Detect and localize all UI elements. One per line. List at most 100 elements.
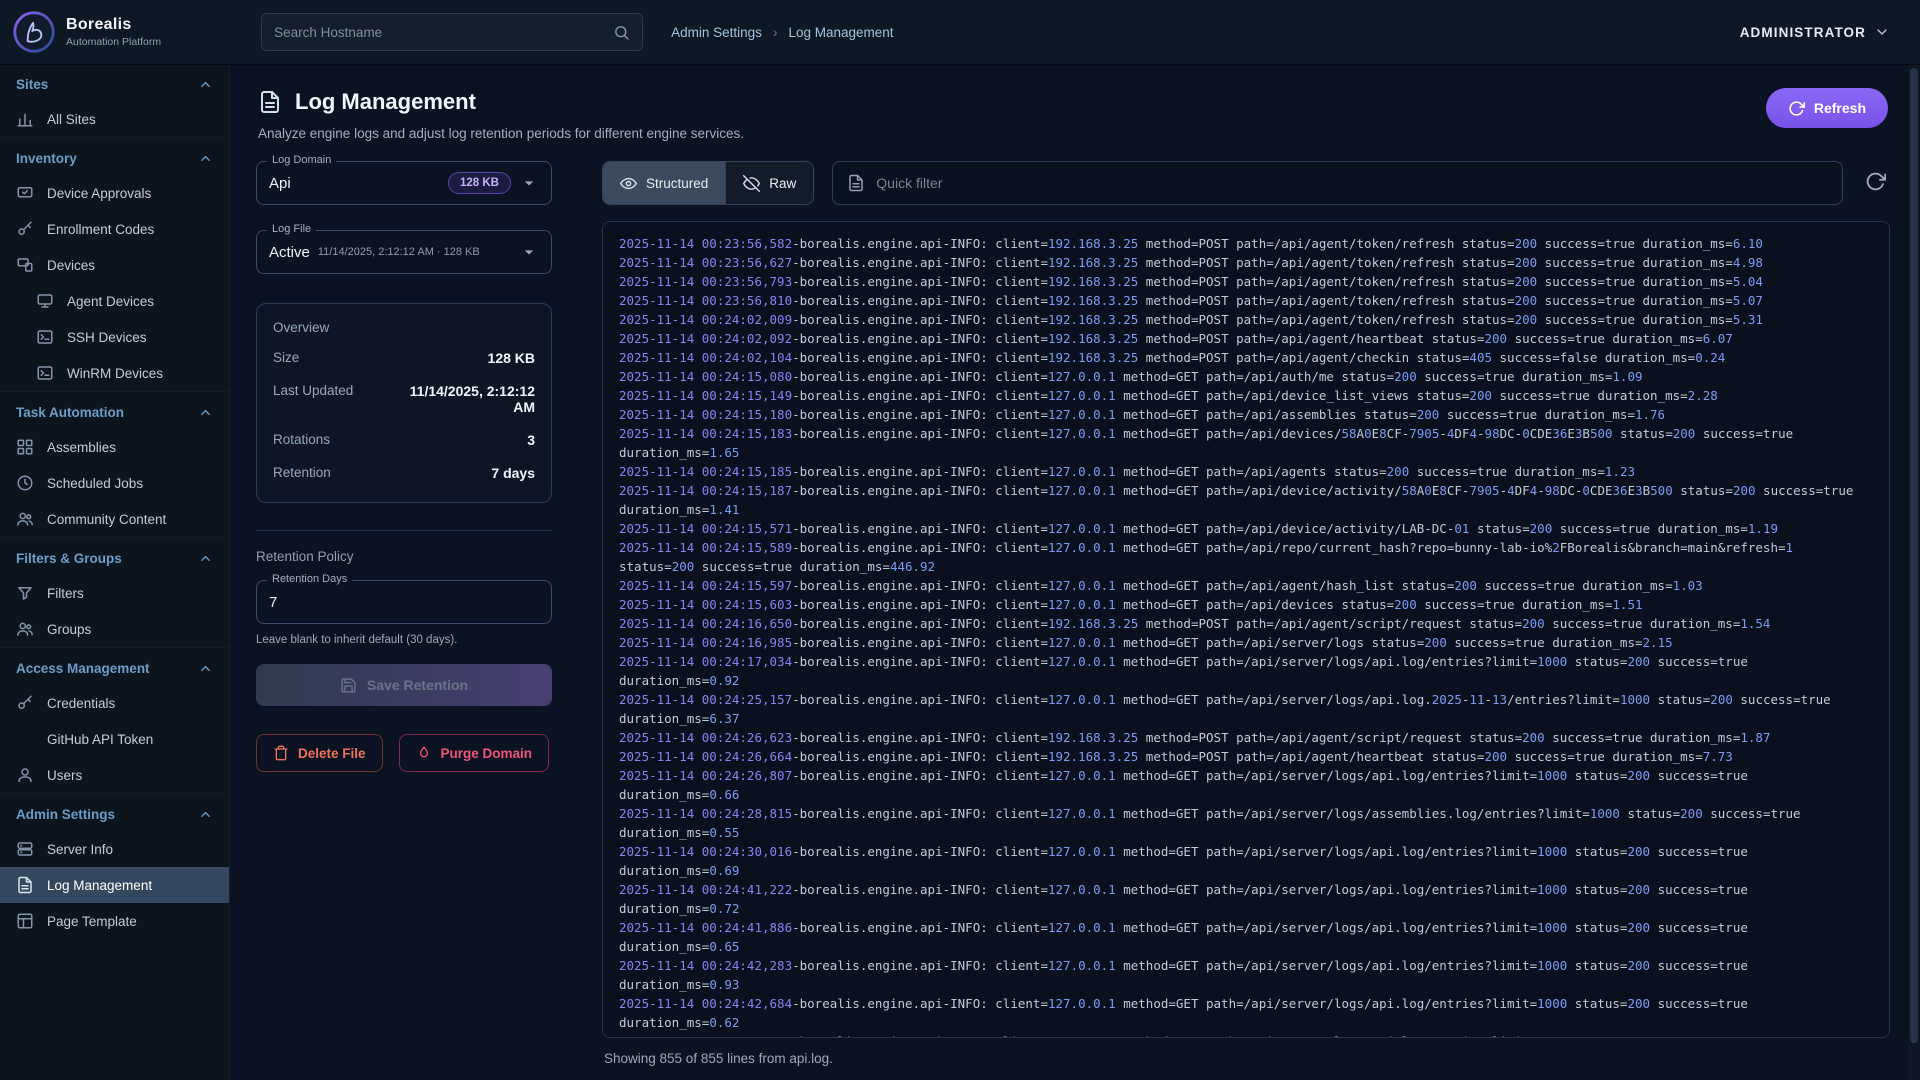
sidebar-item-page-template[interactable]: Page Template xyxy=(0,903,229,939)
overview-row-value: 3 xyxy=(527,432,535,448)
sidebar-section-admin-settings[interactable]: Admin Settings xyxy=(0,793,229,831)
github-icon xyxy=(16,730,34,748)
title-row: Log Management xyxy=(258,89,1888,115)
log-line: 2025-11-14 00:24:15,571-borealis.engine.… xyxy=(619,519,1873,538)
brand[interactable]: Borealis Automation Platform xyxy=(12,10,161,54)
sidebar-section-access-management[interactable]: Access Management xyxy=(0,647,229,685)
log-line: 2025-11-14 00:24:16,985-borealis.engine.… xyxy=(619,633,1873,652)
overview-row-label: Retention xyxy=(273,465,331,480)
log-line: 2025-11-14 00:23:56,793-borealis.engine.… xyxy=(619,272,1873,291)
filter-icon xyxy=(16,584,34,602)
log-file-meta: 11/14/2025, 2:12:12 AM · 128 KB xyxy=(318,246,480,258)
save-retention-button[interactable]: Save Retention xyxy=(256,664,552,706)
sidebar-item-ssh-devices[interactable]: SSH Devices xyxy=(0,319,229,355)
clock-icon xyxy=(16,474,34,492)
quick-filter-input[interactable] xyxy=(876,175,1828,191)
topbar: Borealis Automation Platform Admin Setti… xyxy=(0,0,1920,64)
chevron-up-icon xyxy=(198,405,213,420)
sidebar-item-github-api-token[interactable]: GitHub API Token xyxy=(0,721,229,757)
log-line: 2025-11-14 00:24:15,080-borealis.engine.… xyxy=(619,367,1873,386)
key-icon xyxy=(16,694,34,712)
retention-days-field[interactable]: Retention Days xyxy=(256,580,552,624)
breadcrumb-admin-settings[interactable]: Admin Settings xyxy=(671,25,762,40)
sidebar-item-device-approvals[interactable]: Device Approvals xyxy=(0,175,229,211)
chevron-down-icon xyxy=(519,242,539,262)
log-domain-value: Api xyxy=(269,175,291,192)
raw-mode-button[interactable]: Raw xyxy=(725,162,813,204)
sidebar-item-assemblies[interactable]: Assemblies xyxy=(0,429,229,465)
sidebar-item-community-content[interactable]: Community Content xyxy=(0,501,229,537)
hostname-search[interactable] xyxy=(261,13,643,51)
sidebar-item-users[interactable]: Users xyxy=(0,757,229,793)
log-line: 2025-11-14 00:23:56,627-borealis.engine.… xyxy=(619,253,1873,272)
sidebar-item-label: Filters xyxy=(47,586,84,601)
sidebar-item-server-info[interactable]: Server Info xyxy=(0,831,229,867)
refresh-button[interactable]: Refresh xyxy=(1766,88,1888,128)
sidebar-item-groups[interactable]: Groups xyxy=(0,611,229,647)
filter-doc-icon xyxy=(847,174,865,192)
log-file-select[interactable]: Log File Active 11/14/2025, 2:12:12 AM ·… xyxy=(256,230,552,274)
log-line: 2025-11-14 00:24:15,603-borealis.engine.… xyxy=(619,595,1873,614)
sidebar-item-winrm-devices[interactable]: WinRM Devices xyxy=(0,355,229,391)
save-retention-label: Save Retention xyxy=(367,677,468,693)
sidebar-section-inventory[interactable]: Inventory xyxy=(0,137,229,175)
log-line: 2025-11-14 00:24:15,185-borealis.engine.… xyxy=(619,462,1873,481)
server-icon xyxy=(16,840,34,858)
log-domain-select[interactable]: Log Domain Api 128 KB xyxy=(256,161,552,205)
trash-icon xyxy=(273,745,289,761)
log-line: 2025-11-14 00:24:15,589-borealis.engine.… xyxy=(619,538,1873,576)
sidebar-item-label: Enrollment Codes xyxy=(47,222,154,237)
sidebar-section-task-automation[interactable]: Task Automation xyxy=(0,391,229,429)
retention-hint: Leave blank to inherit default (30 days)… xyxy=(256,634,552,646)
log-icon xyxy=(16,876,34,894)
sidebar-item-log-management[interactable]: Log Management xyxy=(0,867,229,903)
sidebar-item-scheduled-jobs[interactable]: Scheduled Jobs xyxy=(0,465,229,501)
sidebar-section-label: Task Automation xyxy=(16,405,124,420)
sidebar-item-credentials[interactable]: Credentials xyxy=(0,685,229,721)
sidebar-item-label: Agent Devices xyxy=(67,294,154,309)
log-viewer[interactable]: 2025-11-14 00:23:56,582-borealis.engine.… xyxy=(602,221,1890,1038)
brand-text: Borealis Automation Platform xyxy=(66,16,161,48)
sidebar-section-label: Inventory xyxy=(16,151,77,166)
devices-icon xyxy=(16,256,34,274)
sidebar-item-label: Groups xyxy=(47,622,91,637)
quick-filter[interactable] xyxy=(832,161,1843,205)
sidebar-section-label: Filters & Groups xyxy=(16,551,122,566)
sidebar-item-devices[interactable]: Devices xyxy=(0,247,229,283)
sidebar-section-sites[interactable]: Sites xyxy=(0,64,229,101)
sidebar-item-label: Community Content xyxy=(47,512,166,527)
viewer-refresh-button[interactable] xyxy=(1861,167,1890,199)
hostname-search-input[interactable] xyxy=(274,25,605,40)
sites-icon xyxy=(16,110,34,128)
user-menu[interactable]: ADMINISTRATOR xyxy=(1740,24,1890,40)
sidebar-item-label: All Sites xyxy=(47,112,96,127)
log-file-label: Log File xyxy=(267,223,316,235)
log-line: 2025-11-14 00:24:02,104-borealis.engine.… xyxy=(619,348,1873,367)
log-line: 2025-11-14 00:24:02,092-borealis.engine.… xyxy=(619,329,1873,348)
sidebar-section-label: Admin Settings xyxy=(16,807,115,822)
log-domain-size-badge: 128 KB xyxy=(448,172,511,194)
raw-mode-label: Raw xyxy=(769,176,796,191)
people-icon xyxy=(16,620,34,638)
purge-domain-button[interactable]: Purge Domain xyxy=(399,734,550,772)
chevron-up-icon xyxy=(198,151,213,166)
viewer-toolbar: Structured Raw xyxy=(602,161,1890,205)
retention-policy-label: Retention Policy xyxy=(256,549,552,564)
window-scrollbar[interactable] xyxy=(1908,64,1920,1080)
delete-file-button[interactable]: Delete File xyxy=(256,734,383,772)
sidebar-item-agent-devices[interactable]: Agent Devices xyxy=(0,283,229,319)
user-icon xyxy=(16,766,34,784)
sidebar-item-filters[interactable]: Filters xyxy=(0,575,229,611)
sidebar-section-filters-groups[interactable]: Filters & Groups xyxy=(0,537,229,575)
approvals-icon xyxy=(16,184,34,202)
sidebar-item-label: Server Info xyxy=(47,842,113,857)
sidebar-item-all-sites[interactable]: All Sites xyxy=(0,101,229,137)
scrollbar-thumb[interactable] xyxy=(1910,68,1918,1043)
breadcrumb-log-management[interactable]: Log Management xyxy=(788,25,893,40)
structured-mode-button[interactable]: Structured xyxy=(603,162,725,204)
sidebar-item-enrollment-codes[interactable]: Enrollment Codes xyxy=(0,211,229,247)
log-domain-label: Log Domain xyxy=(267,154,336,166)
structured-mode-label: Structured xyxy=(646,176,708,191)
retention-days-input[interactable] xyxy=(269,594,539,611)
sidebar-item-label: Users xyxy=(47,768,82,783)
